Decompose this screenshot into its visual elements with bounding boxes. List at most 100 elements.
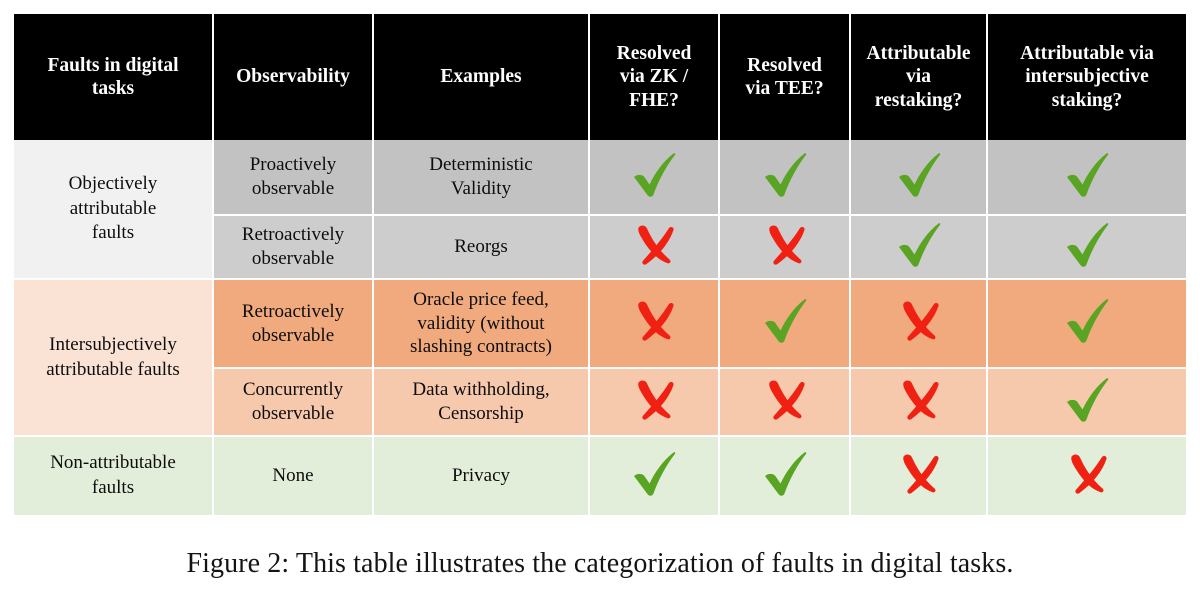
table-row: Non-attributable faults None Privacy	[14, 437, 1186, 517]
category-label-line-1: Intersubjectively	[49, 333, 177, 355]
cross-mark-icon	[759, 374, 811, 426]
observability-cell: Retroactively observable	[214, 216, 374, 280]
observability-line-1: Concurrently	[242, 379, 344, 401]
mark-cell-attributable-restaking	[851, 140, 988, 216]
examples-line-1: Oracle price feed,	[413, 288, 549, 310]
check-mark-icon	[1061, 219, 1113, 271]
mark-cell-attributable-intersubjective	[988, 369, 1186, 437]
column-header-faults-line-1: Faults in digital	[47, 54, 179, 76]
column-header-attributable-intersubjective-line-1: Attributable via	[1020, 42, 1154, 64]
examples-line-2: Validity	[450, 178, 512, 199]
observability-cell: None	[214, 437, 374, 517]
observability-line-1: Proactively	[249, 154, 337, 176]
fault-categorization-table: Faults in digital tasks Observability Ex…	[14, 14, 1186, 517]
table-row: Intersubjectively attributable faults Re…	[14, 280, 1186, 437]
cross-mark-icon	[759, 219, 811, 271]
mark-cell-resolved-zk-fhe	[590, 369, 720, 437]
column-header-attributable-intersubjective-line-2: intersubjective	[1025, 66, 1149, 88]
category-label-line-2: attributable faults	[46, 358, 180, 380]
cross-mark-icon	[628, 374, 680, 426]
mark-cell-attributable-intersubjective	[988, 216, 1186, 280]
examples-line-2: Censorship	[438, 403, 524, 424]
examples-cell: Privacy	[374, 437, 590, 517]
examples-cell: Reorgs	[374, 216, 590, 280]
figure-caption: Figure 2: This table illustrates the cat…	[186, 548, 1014, 579]
examples-cell: Data withholding, Censorship	[374, 369, 590, 437]
category-label-line-1: Objectively	[68, 172, 158, 194]
column-header-resolved-zk-fhe: Resolved via ZK / FHE?	[590, 14, 720, 140]
observability-cell: Concurrently observable	[214, 369, 374, 437]
category-cell-objectively-attributable: Objectively attributable faults	[14, 140, 214, 280]
check-mark-icon	[628, 149, 680, 201]
check-mark-icon	[893, 149, 945, 201]
table-header-row: Faults in digital tasks Observability Ex…	[14, 14, 1186, 140]
mark-cell-attributable-restaking	[851, 216, 988, 280]
observability-cell: Retroactively observable	[214, 280, 374, 369]
column-header-attributable-restaking: Attributable via restaking?	[851, 14, 988, 140]
observability-line-2: observable	[251, 324, 335, 346]
mark-cell-resolved-zk-fhe	[590, 140, 720, 216]
check-mark-icon	[1061, 149, 1113, 201]
cross-mark-icon	[628, 219, 680, 271]
observability-line-1: None	[272, 465, 314, 487]
check-mark-icon	[1061, 374, 1113, 426]
examples-cell: Deterministic Validity	[374, 140, 590, 216]
mark-cell-resolved-tee	[720, 140, 851, 216]
observability-cell: Proactively observable	[214, 140, 374, 216]
cross-mark-icon	[893, 448, 945, 500]
mark-cell-resolved-tee	[720, 216, 851, 280]
examples-line-1: Privacy	[451, 465, 511, 487]
column-header-resolved-tee-line-2: via TEE?	[745, 78, 824, 99]
mark-cell-resolved-zk-fhe	[590, 216, 720, 280]
examples-line-1: Data withholding,	[412, 379, 550, 401]
mark-cell-attributable-intersubjective	[988, 140, 1186, 216]
observability-line-2: observable	[251, 178, 335, 199]
category-label-line-2: faults	[91, 477, 135, 498]
column-header-attributable-restaking-line-1: Attributable	[866, 42, 971, 64]
column-header-resolved-tee-line-1: Resolved	[747, 54, 822, 76]
mark-cell-attributable-restaking	[851, 280, 988, 369]
examples-line-1: Deterministic	[429, 154, 533, 176]
examples-line-3: slashing contracts)	[410, 336, 552, 358]
column-header-faults: Faults in digital tasks	[14, 14, 214, 140]
examples-line-2: validity (without	[417, 312, 545, 334]
column-header-attributable-intersubjective: Attributable via intersubjective staking…	[988, 14, 1186, 140]
mark-cell-resolved-tee	[720, 369, 851, 437]
column-header-observability-line-1: Observability	[236, 66, 350, 88]
column-header-observability: Observability	[214, 14, 374, 140]
check-mark-icon	[759, 149, 811, 201]
observability-line-1: Retroactively	[241, 300, 345, 322]
mark-cell-resolved-tee	[720, 437, 851, 517]
mark-cell-resolved-tee	[720, 280, 851, 369]
column-header-resolved-zk-fhe-line-2: via ZK /	[619, 66, 689, 88]
category-label-line-2: attributable	[69, 197, 157, 219]
column-header-resolved-zk-fhe-line-3: FHE?	[629, 89, 679, 111]
mark-cell-attributable-restaking	[851, 369, 988, 437]
cross-mark-icon	[628, 295, 680, 347]
check-mark-icon	[759, 448, 811, 500]
check-mark-icon	[1061, 295, 1113, 347]
figure-container: Faults in digital tasks Observability Ex…	[0, 0, 1200, 608]
check-mark-icon	[893, 219, 945, 271]
mark-cell-attributable-intersubjective	[988, 280, 1186, 369]
table-row: Objectively attributable faults Proactiv…	[14, 140, 1186, 280]
column-header-faults-line-2: tasks	[91, 78, 135, 99]
column-header-resolved-zk-fhe-line-1: Resolved	[616, 42, 692, 64]
column-header-examples: Examples	[374, 14, 590, 140]
column-header-attributable-restaking-line-3: restaking?	[874, 89, 963, 111]
column-header-attributable-intersubjective-line-3: staking?	[1051, 89, 1123, 111]
cross-mark-icon	[893, 295, 945, 347]
mark-cell-attributable-intersubjective	[988, 437, 1186, 517]
examples-cell: Oracle price feed, validity (without sla…	[374, 280, 590, 369]
observability-line-2: observable	[251, 403, 335, 424]
column-header-attributable-restaking-line-2: via	[906, 66, 931, 88]
check-mark-icon	[628, 448, 680, 500]
column-header-examples-line-1: Examples	[440, 66, 522, 88]
column-header-resolved-tee: Resolved via TEE?	[720, 14, 851, 140]
cross-mark-icon	[1061, 448, 1113, 500]
observability-line-1: Retroactively	[241, 224, 345, 246]
category-label-line-1: Non-attributable	[50, 452, 176, 474]
check-mark-icon	[759, 295, 811, 347]
category-cell-intersubjectively-attributable: Intersubjectively attributable faults	[14, 280, 214, 437]
examples-line-1: Reorgs	[454, 236, 508, 258]
